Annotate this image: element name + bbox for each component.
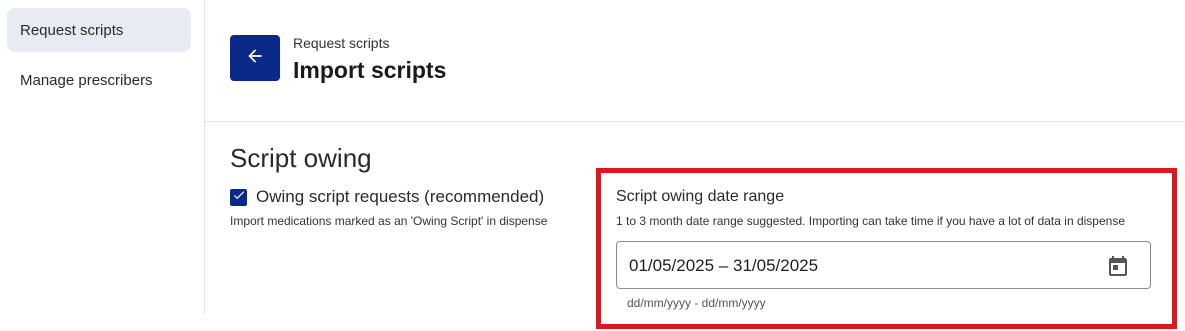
date-format-hint: dd/mm/yyyy - dd/mm/yyyy — [627, 296, 766, 310]
back-button[interactable] — [230, 35, 280, 81]
date-range-help: 1 to 3 month date range suggested. Impor… — [616, 214, 1125, 228]
section-title: Script owing — [230, 143, 372, 173]
sidebar-item-manage-prescribers[interactable]: Manage prescribers — [7, 58, 191, 102]
date-range-title: Script owing date range — [616, 188, 785, 205]
sidebar: Request scripts Manage prescribers — [0, 0, 205, 315]
calendar-icon[interactable] — [1106, 254, 1130, 278]
breadcrumb[interactable]: Request scripts — [293, 35, 389, 51]
owing-checkbox-label[interactable]: Owing script requests (recommended) — [256, 187, 544, 207]
owing-checkbox-row[interactable]: Owing script requests (recommended) — [230, 187, 544, 207]
sidebar-item-label: Manage prescribers — [20, 71, 153, 89]
arrow-left-icon — [245, 46, 265, 71]
page-header: Request scripts Import scripts — [205, 0, 1185, 122]
owing-checkbox[interactable] — [230, 188, 247, 207]
sidebar-item-request-scripts[interactable]: Request scripts — [7, 8, 191, 52]
checkmark-icon — [232, 188, 246, 207]
date-range-field[interactable]: 01/05/2025 – 31/05/2025 — [616, 241, 1151, 289]
page-title: Import scripts — [293, 57, 447, 83]
date-range-value[interactable]: 01/05/2025 – 31/05/2025 — [629, 256, 818, 276]
app-root: Request scripts Manage prescribers Reque… — [0, 0, 1185, 331]
owing-help-text: Import medications marked as an 'Owing S… — [230, 214, 548, 228]
sidebar-item-label: Request scripts — [20, 21, 124, 39]
